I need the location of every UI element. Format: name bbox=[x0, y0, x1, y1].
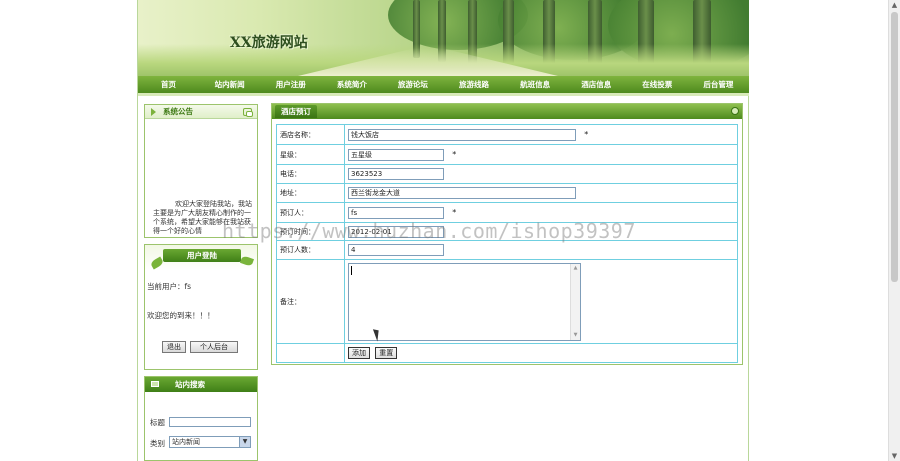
star-input[interactable]: 五星级 bbox=[348, 148, 444, 161]
form-row-address: 地址： 西兰街龙金大道 bbox=[276, 183, 738, 203]
leaf-icon bbox=[239, 255, 255, 267]
form-row-actions: 添加 重置 bbox=[276, 343, 738, 363]
personal-center-button[interactable]: 个人后台 bbox=[190, 341, 238, 353]
nav-vote[interactable]: 在线投票 bbox=[627, 76, 688, 93]
people-count-input[interactable]: 4 bbox=[348, 244, 444, 256]
triangle-icon bbox=[151, 108, 156, 116]
panel-header: 酒店预订 bbox=[272, 104, 742, 119]
page-scrollbar[interactable]: ▲ ▼ bbox=[888, 0, 900, 461]
copy-icon bbox=[243, 108, 253, 117]
search-category-select[interactable]: 站内新闻 ▼ bbox=[169, 436, 251, 448]
required-mark: * bbox=[584, 130, 589, 139]
form-row-star: 星级： 五星级 * bbox=[276, 144, 738, 165]
hotel-name-input[interactable]: 钱大饭店 bbox=[348, 128, 576, 141]
login-header: 用户登陆 bbox=[145, 245, 257, 271]
nav-routes[interactable]: 旅游线路 bbox=[443, 76, 504, 93]
site-title: XX旅游网站 bbox=[230, 35, 308, 51]
address-input[interactable]: 西兰街龙金大道 bbox=[348, 187, 576, 199]
nav-forum[interactable]: 旅游论坛 bbox=[382, 76, 443, 93]
star-label: 星级： bbox=[276, 144, 345, 165]
remark-label: 备注： bbox=[276, 259, 345, 344]
notice-header: 系统公告 bbox=[145, 105, 257, 119]
chevron-down-icon[interactable]: ▼ bbox=[239, 437, 250, 447]
required-mark: * bbox=[452, 208, 457, 217]
actions-label-cell bbox=[276, 343, 345, 363]
scroll-up-icon[interactable]: ▲ bbox=[889, 0, 900, 10]
watermark: https://www.huzhan.com/ishop39397 bbox=[222, 219, 636, 243]
scrollbar-thumb[interactable] bbox=[891, 12, 898, 282]
nav-flights[interactable]: 航班信息 bbox=[505, 76, 566, 93]
notice-title: 系统公告 bbox=[163, 107, 193, 116]
circle-icon bbox=[731, 107, 739, 115]
login-box: 用户登陆 当前用户：fs 欢迎您的到来！！！ 退出 个人后台 bbox=[144, 244, 258, 370]
search-category-label: 类别 bbox=[150, 439, 165, 448]
remark-textarea[interactable]: ▲ ▼ bbox=[348, 262, 581, 341]
textarea-scrollbar[interactable]: ▲ ▼ bbox=[570, 263, 580, 340]
nav-admin[interactable]: 后台管理 bbox=[688, 76, 749, 93]
scroll-down-icon[interactable]: ▼ bbox=[889, 451, 900, 461]
window-icon bbox=[151, 381, 159, 387]
add-button[interactable]: 添加 bbox=[348, 347, 370, 359]
nav-news[interactable]: 站内新闻 bbox=[199, 76, 260, 93]
scroll-down-icon[interactable]: ▼ bbox=[571, 331, 580, 340]
form-row-remark: 备注： ▲ ▼ bbox=[276, 259, 738, 344]
form-row-hotel: 酒店名称： 钱大饭店 * bbox=[276, 124, 738, 145]
header-banner: XX旅游网站 bbox=[138, 0, 749, 76]
search-keyword-input[interactable] bbox=[169, 417, 251, 427]
phone-input[interactable]: 3623523 bbox=[348, 168, 444, 180]
nav-register[interactable]: 用户注册 bbox=[260, 76, 321, 93]
page: XX旅游网站 首页 站内新闻 用户注册 系统简介 旅游论坛 旅游线路 航班信息 … bbox=[0, 0, 900, 461]
search-category-value: 站内新闻 bbox=[172, 438, 200, 446]
notice-box: 系统公告 欢迎大家登陆我站，我站主要是为广大朋友精心制作的一个系统，希望大家能够… bbox=[144, 104, 258, 238]
login-title: 用户登陆 bbox=[187, 251, 217, 260]
address-label: 地址： bbox=[276, 183, 345, 203]
nav-divider bbox=[138, 93, 749, 96]
form-row-people: 预订人数： 4 bbox=[276, 240, 738, 260]
search-title: 站内搜索 bbox=[175, 380, 205, 389]
current-user: 当前用户：fs bbox=[147, 282, 192, 291]
required-mark: * bbox=[452, 150, 457, 159]
panel-title: 酒店预订 bbox=[275, 105, 317, 118]
search-header: 站内搜索 bbox=[145, 377, 257, 392]
nav-home[interactable]: 首页 bbox=[138, 76, 199, 93]
main-nav: 首页 站内新闻 用户注册 系统简介 旅游论坛 旅游线路 航班信息 酒店信息 在线… bbox=[138, 76, 749, 93]
logout-button[interactable]: 退出 bbox=[162, 341, 186, 353]
welcome-text: 欢迎您的到来！！！ bbox=[147, 311, 215, 320]
phone-label: 电话： bbox=[276, 164, 345, 184]
hotel-label: 酒店名称： bbox=[276, 124, 345, 145]
people-label: 预订人数： bbox=[276, 240, 345, 260]
search-keyword-label: 标题 bbox=[150, 418, 165, 427]
search-box: 站内搜索 标题 类别 站内新闻 ▼ bbox=[144, 376, 258, 461]
reset-button[interactable]: 重置 bbox=[375, 347, 398, 359]
form-row-phone: 电话： 3623523 bbox=[276, 164, 738, 184]
booker-input[interactable]: fs bbox=[348, 206, 444, 219]
scroll-up-icon[interactable]: ▲ bbox=[571, 264, 580, 273]
text-caret bbox=[351, 265, 352, 275]
nav-hotels[interactable]: 酒店信息 bbox=[566, 76, 627, 93]
nav-about[interactable]: 系统简介 bbox=[321, 76, 382, 93]
booking-form: 酒店名称： 钱大饭店 * 星级： 五星级 * 电话： 3623523 地址： 西… bbox=[276, 124, 738, 363]
